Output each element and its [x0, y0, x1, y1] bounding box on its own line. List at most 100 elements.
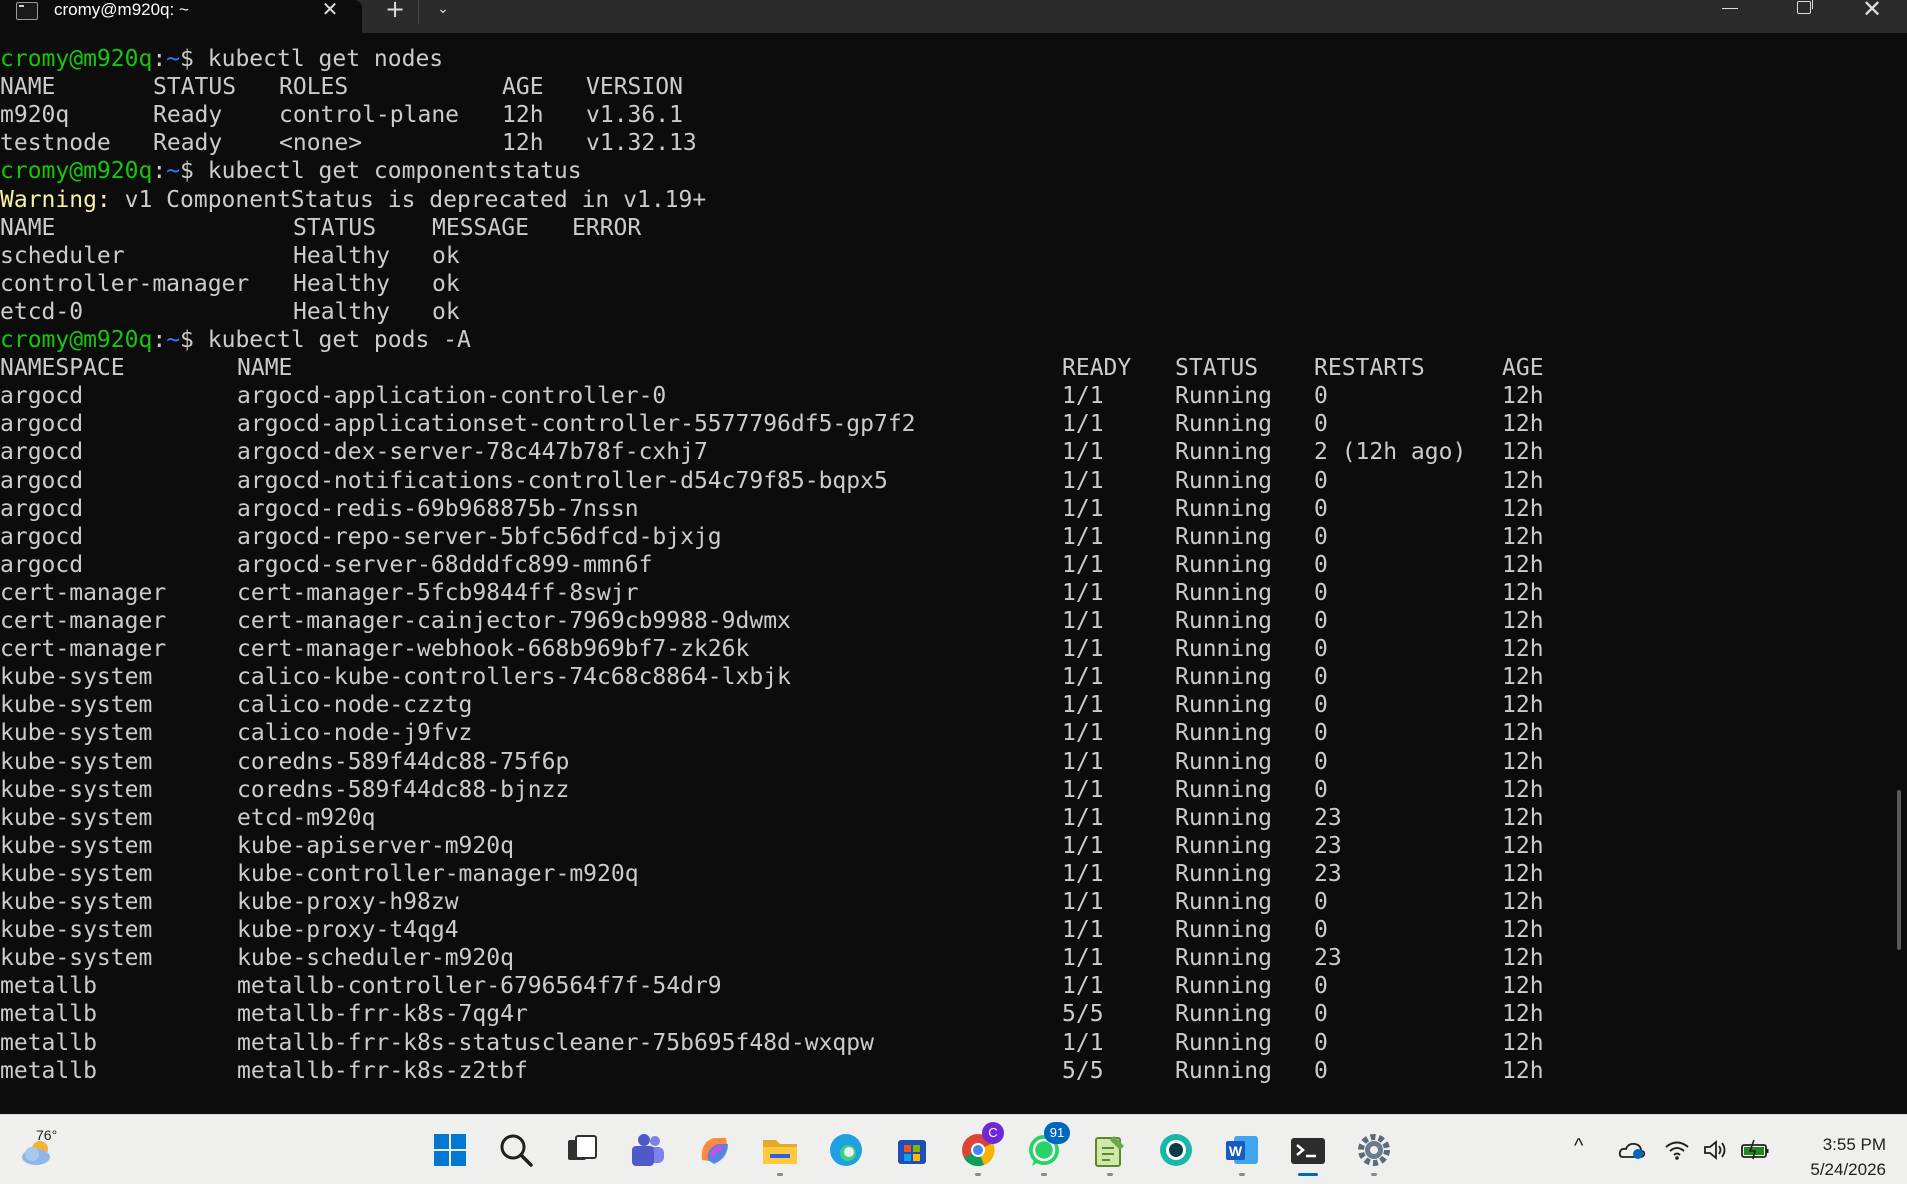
- whatsapp-button[interactable]: 91: [1024, 1122, 1070, 1176]
- new-tab-button[interactable]: +: [380, 0, 410, 21]
- pods-table-cell: 1/1: [1062, 439, 1104, 465]
- notification-badge: 91: [1044, 1122, 1070, 1144]
- nodes-table-cell: m920q: [0, 102, 70, 128]
- pods-table-cell: 1/1: [1062, 805, 1104, 831]
- prompt-user-host: cromy@m920q: [0, 158, 153, 184]
- search-icon: [500, 1134, 533, 1167]
- maximize-button[interactable]: [1797, 0, 1813, 14]
- pods-table-cell: 12h: [1502, 973, 1544, 999]
- pods-table-cell: metallb-controller-6796564f7f-54dr9: [237, 973, 722, 999]
- pods-table-cell: Running: [1175, 468, 1272, 494]
- pods-table-cell: 1/1: [1062, 468, 1104, 494]
- pods-table-cell: Running: [1175, 1001, 1272, 1027]
- pods-table-cell: Running: [1175, 664, 1272, 690]
- pods-table-cell: 1/1: [1062, 580, 1104, 606]
- pods-table-cell: argocd-redis-69b968875b-7nssn: [237, 496, 639, 522]
- pods-table-cell: 12h: [1502, 889, 1544, 915]
- onedrive-icon[interactable]: [1618, 1139, 1646, 1161]
- pods-table-cell: 23: [1314, 945, 1342, 971]
- teams-button[interactable]: [628, 1130, 668, 1170]
- word-button[interactable]: W: [1222, 1130, 1262, 1176]
- pods-table-cell: Running: [1175, 411, 1272, 437]
- pods-table-cell: Running: [1175, 861, 1272, 887]
- pods-table-cell: kube-system: [0, 917, 153, 943]
- prompt-dollar: $: [180, 46, 208, 72]
- pods-table-cell: argocd: [0, 411, 84, 437]
- pods-table-cell: 1/1: [1062, 749, 1104, 775]
- nodes-table-column-header: NAME: [0, 74, 56, 100]
- prompt-line: cromy@m920q:~$ kubectl get nodes: [0, 45, 443, 73]
- pods-table-cell: 12h: [1502, 749, 1544, 775]
- pods-table-cell: 12h: [1502, 439, 1544, 465]
- clock-time[interactable]: 3:55 PM: [1800, 1135, 1886, 1155]
- pods-table-cell: 12h: [1502, 608, 1544, 634]
- edge-button[interactable]: [826, 1130, 866, 1170]
- pods-table-cell: 23: [1314, 805, 1342, 831]
- pods-table-cell: 1/1: [1062, 1030, 1104, 1056]
- pods-table-cell: 1/1: [1062, 973, 1104, 999]
- file-explorer-button[interactable]: [760, 1130, 800, 1176]
- task-view-button[interactable]: [562, 1130, 602, 1170]
- pods-table-cell: kube-apiserver-m920q: [237, 833, 514, 859]
- pods-table-cell: 12h: [1502, 1001, 1544, 1027]
- pods-table-cell: 12h: [1502, 861, 1544, 887]
- running-indicator: [1239, 1173, 1245, 1176]
- start-button[interactable]: [430, 1130, 470, 1170]
- pods-table-cell: metallb: [0, 1058, 97, 1084]
- pods-table-cell: 0: [1314, 496, 1328, 522]
- pods-table-cell: kube-controller-manager-m920q: [237, 861, 639, 887]
- prompt-user-host: cromy@m920q: [0, 327, 153, 353]
- pods-table-cell: kube-system: [0, 945, 153, 971]
- pods-table-cell: 0: [1314, 1058, 1328, 1084]
- chrome-button[interactable]: C: [958, 1122, 1004, 1176]
- settings-button[interactable]: [1354, 1130, 1394, 1176]
- nodes-table-column-header: VERSION: [586, 74, 683, 100]
- terminal-icon: [1291, 1138, 1325, 1164]
- scrollbar[interactable]: [1897, 790, 1901, 950]
- prompt-path: ~: [166, 46, 181, 72]
- pods-table-cell: Running: [1175, 945, 1272, 971]
- folder-icon: [763, 1140, 797, 1164]
- search-button[interactable]: [496, 1130, 536, 1170]
- chrome-profile-badge: C: [982, 1122, 1004, 1144]
- clock-date[interactable]: 5/24/2026: [1790, 1160, 1886, 1180]
- pods-table-cell: Running: [1175, 1030, 1272, 1056]
- pods-table-cell: Running: [1175, 439, 1272, 465]
- tab-terminal[interactable]: cromy@m920q: ~ ✕: [0, 0, 362, 33]
- tab-dropdown-button[interactable]: ⌄: [428, 0, 458, 20]
- close-window-button[interactable]: ✕: [1860, 0, 1884, 21]
- wifi-icon[interactable]: [1664, 1139, 1690, 1161]
- copilot-button[interactable]: [694, 1130, 734, 1170]
- pods-table-cell: 2 (12h ago): [1314, 439, 1467, 465]
- terminal-taskbar-button[interactable]: [1288, 1130, 1328, 1176]
- nodes-table-column-header: ROLES: [279, 74, 349, 100]
- weather-temperature: 76°: [36, 1127, 58, 1143]
- pods-table-column-header: NAMESPACE: [0, 355, 125, 381]
- cortana-app-button[interactable]: [1156, 1130, 1196, 1170]
- terminal-output[interactable]: cromy@m920q:~$ kubectl get nodes NAME STAT…: [0, 45, 1890, 1110]
- notepad-plus-button[interactable]: [1090, 1130, 1130, 1176]
- battery-icon[interactable]: [1740, 1139, 1770, 1161]
- pods-table-cell: metallb: [0, 1030, 97, 1056]
- tray-overflow-icon[interactable]: ^: [1574, 1135, 1583, 1158]
- nodes-table-cell: 12h: [502, 130, 544, 156]
- pods-table-cell: kube-system: [0, 889, 153, 915]
- pods-table-cell: etcd-m920q: [237, 805, 376, 831]
- tab-close-icon[interactable]: ✕: [318, 0, 342, 20]
- pods-table-cell: argocd-server-68dddfc899-mmn6f: [237, 552, 653, 578]
- volume-icon[interactable]: [1702, 1139, 1728, 1161]
- warning-line: Warning: v1 ComponentStatus is deprecate…: [0, 186, 706, 214]
- pods-table-cell: 1/1: [1062, 889, 1104, 915]
- pods-table-cell: 12h: [1502, 945, 1544, 971]
- componentstatus-table-cell: Healthy: [293, 299, 390, 325]
- pods-table-cell: Running: [1175, 805, 1272, 831]
- pods-table-cell: 1/1: [1062, 861, 1104, 887]
- pods-table-cell: kube-system: [0, 664, 153, 690]
- gear-icon: [1358, 1134, 1390, 1166]
- running-indicator: [1371, 1173, 1377, 1176]
- store-button[interactable]: [892, 1130, 932, 1170]
- pods-table-cell: 0: [1314, 383, 1328, 409]
- minimize-button[interactable]: [1722, 8, 1738, 9]
- pods-table-cell: coredns-589f44dc88-bjnzz: [237, 777, 570, 803]
- nodes-table-cell: v1.36.1: [586, 102, 683, 128]
